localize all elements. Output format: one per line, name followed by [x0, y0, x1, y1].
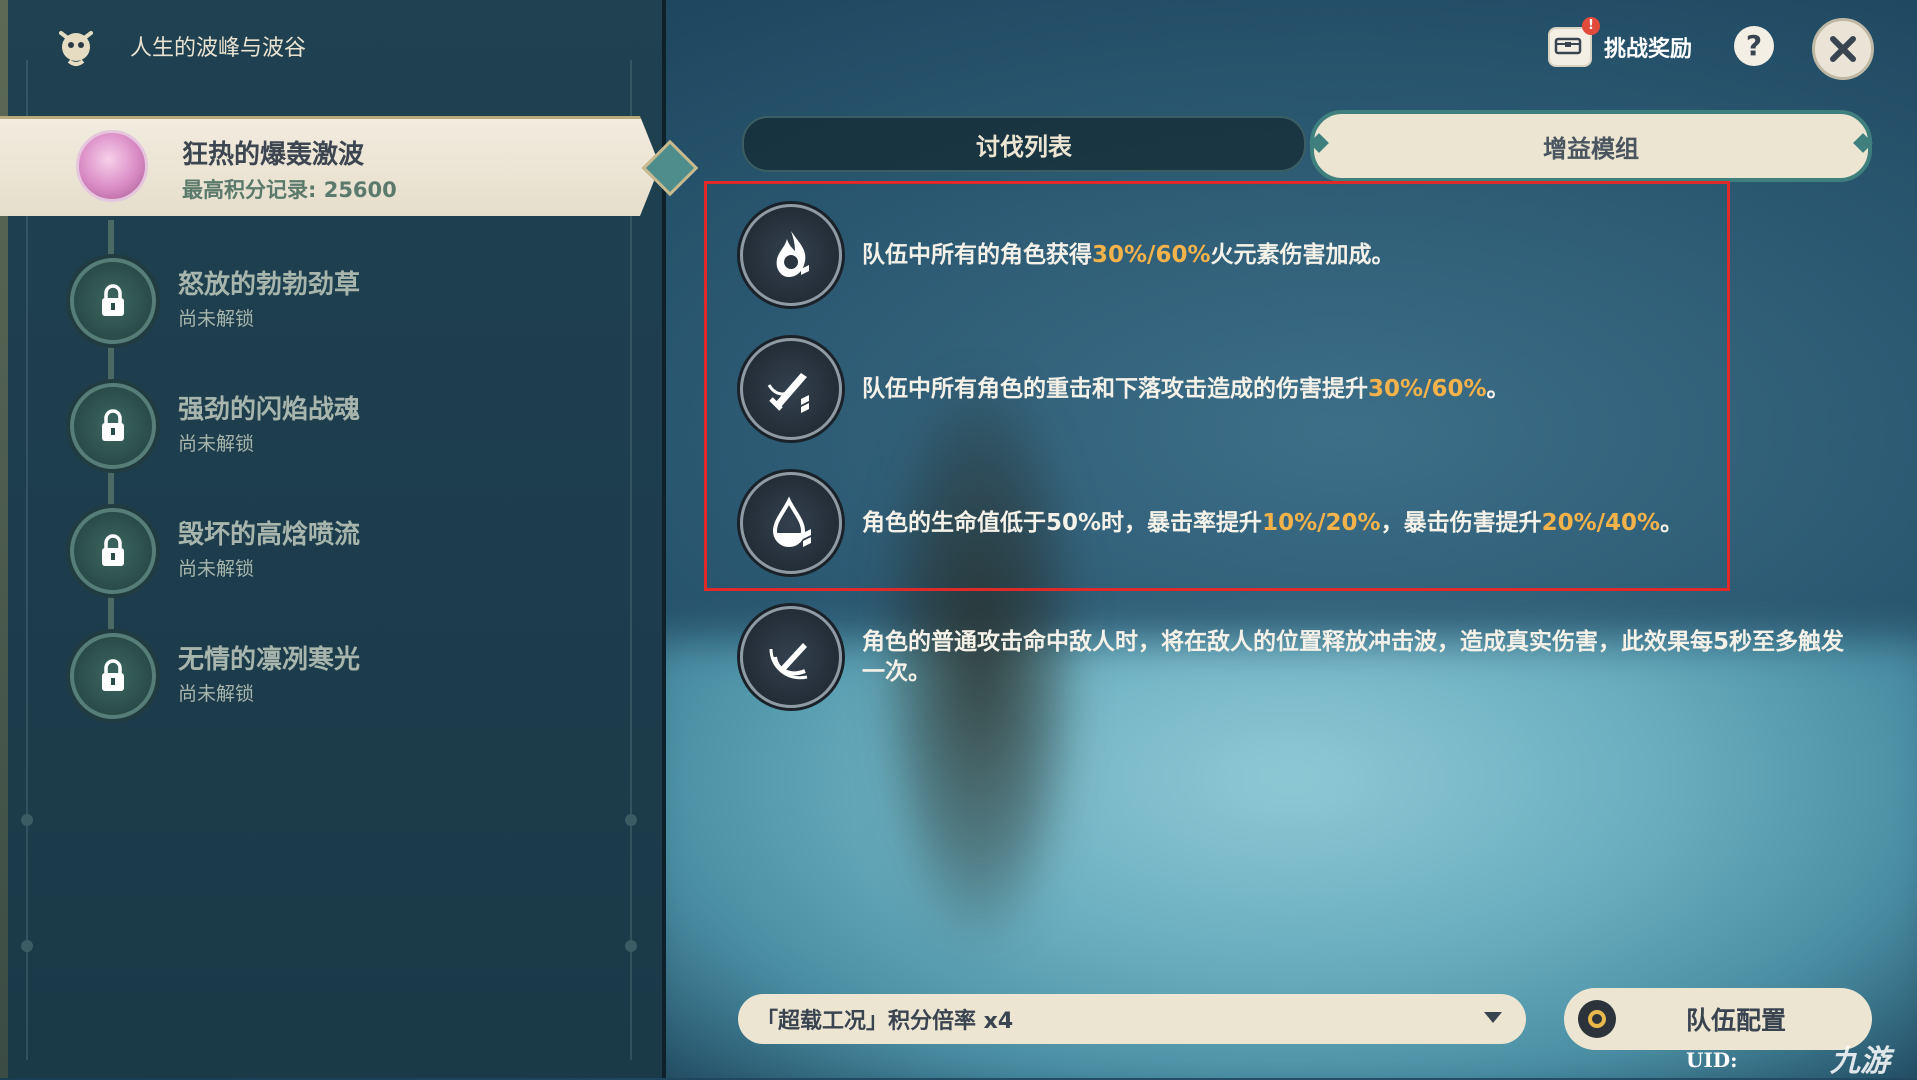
score-multiplier-select[interactable]: 「超载工况」积分倍率 x4: [738, 994, 1526, 1044]
pyro-buff-icon: [740, 204, 842, 306]
level-avatar: [76, 130, 148, 202]
lock-icon: [70, 508, 156, 594]
decor-dot: [625, 940, 637, 952]
buff-row: 角色的普通攻击命中敌人时，将在敌人的位置释放冲击波，造成真实伤害，此效果每5秒至…: [740, 606, 1880, 708]
level-status: 尚未解锁: [178, 683, 255, 705]
close-button[interactable]: [1812, 18, 1874, 80]
lock-icon: [70, 633, 156, 719]
event-title: 人生的波峰与波谷: [130, 36, 307, 61]
tab-ornament: [1853, 133, 1873, 153]
level-status: 尚未解锁: [178, 308, 255, 330]
level-item-selected[interactable]: 狂热的爆轰激波 最高积分记录: 25600: [0, 112, 699, 220]
level-status: 尚未解锁: [178, 558, 255, 580]
reward-chest-icon: !: [1548, 17, 1600, 67]
confirm-circle-icon: [1578, 1000, 1616, 1038]
level-item-1[interactable]: 怒放的勃勃劲草 尚未解锁: [70, 246, 630, 344]
challenge-reward-button[interactable]: ! 挑战奖励: [1548, 17, 1693, 70]
lock-icon: [70, 383, 156, 469]
decor-dot: [21, 814, 33, 826]
decor-dot: [21, 940, 33, 952]
tab-label: 增益模组: [1543, 134, 1639, 163]
notification-badge: !: [1582, 17, 1600, 35]
shockwave-buff-icon: [740, 606, 842, 708]
help-button[interactable]: ?: [1734, 26, 1774, 66]
team-setup-button[interactable]: 队伍配置: [1564, 988, 1872, 1050]
sword-buff-icon: [740, 338, 842, 440]
watermark: 九游: [1830, 1044, 1890, 1079]
level-name: 无情的凛冽寒光: [178, 645, 361, 675]
tab-enemy-list[interactable]: 讨伐列表: [742, 116, 1306, 172]
level-item-3[interactable]: 毁坏的高焓喷流 尚未解锁: [70, 496, 630, 594]
buff-description: 队伍中所有角色的重击和下落攻击造成的伤害提升30%/60%。: [862, 376, 1510, 402]
chevron-down-icon: [1484, 1012, 1502, 1023]
level-list-panel: 人生的波峰与波谷 狂热的爆轰激波 最高积分记录: 25600 怒放的勃勃劲草 尚…: [0, 0, 699, 1078]
tab-bar: 讨伐列表 增益模组: [742, 110, 1873, 182]
level-name: 狂热的爆轰激波: [182, 140, 365, 170]
tab-ornament: [1309, 133, 1329, 153]
buff-description: 角色的普通攻击命中敌人时，将在敌人的位置释放冲击波，造成真实伤害，此效果每5秒至…: [862, 629, 1845, 685]
close-icon: [1830, 36, 1856, 62]
paimon-icon: [50, 20, 102, 72]
lock-icon: [70, 258, 156, 344]
buff-row: 队伍中所有角色的重击和下落攻击造成的伤害提升30%/60%。: [740, 338, 1880, 440]
team-setup-label: 队伍配置: [1686, 1006, 1787, 1035]
level-name: 毁坏的高焓喷流: [178, 520, 361, 550]
level-name: 强劲的闪焰战魂: [178, 395, 361, 425]
tab-buff-modules[interactable]: 增益模组: [1309, 110, 1873, 182]
level-item-2[interactable]: 强劲的闪焰战魂 尚未解锁: [70, 371, 630, 469]
buff-description: 队伍中所有的角色获得30%/60%火元素伤害加成。: [862, 242, 1395, 268]
buff-description: 角色的生命值低于50%时，暴击率提升10%/20%，暴击伤害提升20%/40%。: [862, 510, 1684, 536]
drop-buff-icon: [740, 472, 842, 574]
buff-row: 队伍中所有的角色获得30%/60%火元素伤害加成。: [740, 204, 1880, 306]
decor-dot: [625, 814, 637, 826]
high-score: 最高积分记录: 25600: [182, 178, 397, 202]
level-status: 尚未解锁: [178, 433, 255, 455]
uid-label: UID:: [1686, 1048, 1738, 1072]
score-multiplier-value: 「超载工况」积分倍率 x4: [756, 1009, 1014, 1034]
buff-row: 角色的生命值低于50%时，暴击率提升10%/20%，暴击伤害提升20%/40%。: [740, 472, 1880, 574]
event-title-bar: 人生的波峰与波谷: [50, 18, 306, 74]
level-name: 怒放的勃勃劲草: [178, 270, 361, 300]
challenge-reward-label: 挑战奖励: [1604, 37, 1693, 62]
level-item-4[interactable]: 无情的凛冽寒光 尚未解锁: [70, 621, 630, 719]
